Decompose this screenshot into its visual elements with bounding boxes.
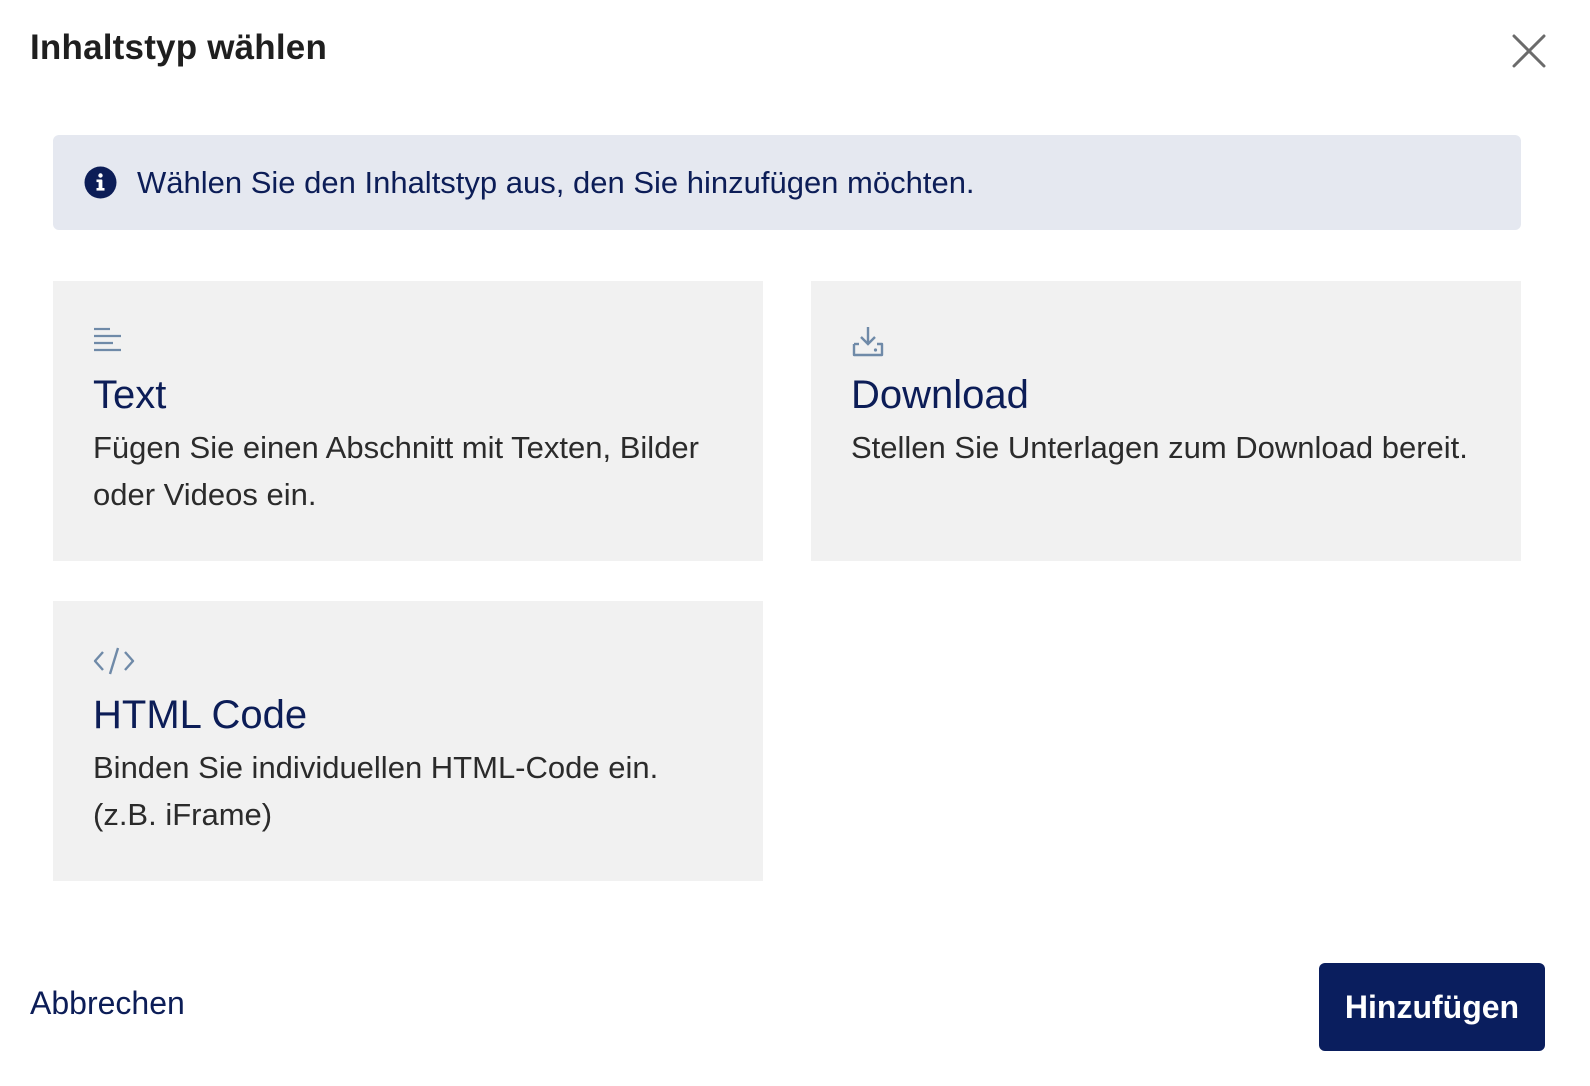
option-title: Download [851, 373, 1029, 417]
option-description: Binden Sie individuellen HTML-Code ein. … [93, 750, 659, 832]
option-title: HTML Code [93, 693, 308, 737]
close-button[interactable] [1508, 30, 1550, 72]
info-icon [84, 166, 117, 199]
dialog-title: Inhaltstyp wählen [30, 28, 328, 67]
close-icon [1512, 34, 1546, 68]
option-card-text[interactable]: Text Fügen Sie einen Abschnitt mit Texte… [53, 281, 763, 561]
content-type-dialog: Inhaltstyp wählen Wählen Sie den Inhalts… [0, 0, 1590, 1086]
option-description: Fügen Sie einen Abschnitt mit Texten, Bi… [93, 430, 699, 512]
info-text: Wählen Sie den Inhaltstyp aus, den Sie h… [137, 164, 975, 200]
code-icon [93, 647, 135, 675]
option-card-download[interactable]: Download Stellen Sie Unterlagen zum Down… [811, 281, 1521, 561]
add-button[interactable]: Hinzufügen [1319, 963, 1545, 1051]
option-card-html-code[interactable]: HTML Code Binden Sie individuellen HTML-… [53, 601, 763, 881]
option-title: Text [93, 373, 167, 417]
text-lines-icon [94, 327, 121, 352]
info-banner: Wählen Sie den Inhaltstyp aus, den Sie h… [53, 135, 1521, 230]
download-icon [852, 327, 884, 357]
cancel-button[interactable]: Abbrechen [30, 985, 185, 1022]
option-description: Stellen Sie Unterlagen zum Download bere… [851, 430, 1468, 465]
